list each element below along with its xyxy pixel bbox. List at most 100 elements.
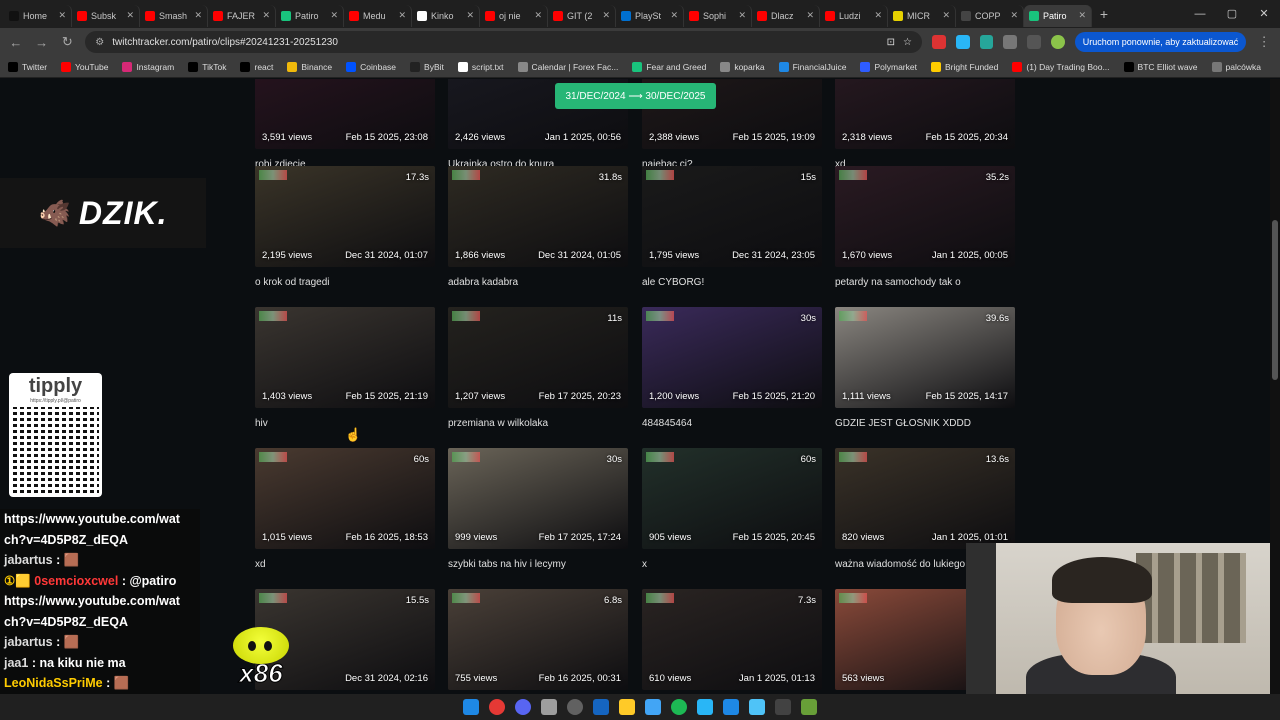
bookmark-item[interactable]: BTC Elliot wave	[1123, 61, 1198, 72]
clip-title[interactable]: GDZIE JEST GŁOŚNIK XDDD	[835, 418, 1015, 432]
close-tab-icon[interactable]: ✕	[602, 10, 610, 21]
browser-tab[interactable]: Sophi ✕	[684, 4, 752, 27]
app-icon[interactable]	[541, 699, 557, 715]
close-window-icon[interactable]: ✕	[1248, 0, 1280, 28]
clip-thumbnail[interactable]: 35.2s 1,670 views Jan 1 2025, 00:05	[835, 166, 1015, 267]
bookmark-item[interactable]: Twitter	[8, 61, 47, 72]
close-tab-icon[interactable]: ✕	[806, 10, 814, 21]
chrome-icon[interactable]	[489, 699, 505, 715]
new-tab-button[interactable]: +	[1092, 6, 1116, 22]
clip-card[interactable]: 31.8s 1,866 views Dec 31 2024, 01:05 adabra…	[448, 166, 628, 291]
clip-thumbnail[interactable]: 11s 1,207 views Feb 17 2025, 20:23	[448, 307, 628, 408]
date-range-badge[interactable]: 31/DEC/2024 ⟶ 30/DEC/2025	[555, 83, 716, 109]
forward-icon[interactable]: →	[34, 35, 50, 50]
reload-icon[interactable]: ↻	[60, 34, 76, 50]
bookmark-item[interactable]: koparka	[720, 61, 765, 72]
bookmark-item[interactable]: Bright Funded	[930, 61, 998, 72]
close-tab-icon[interactable]: ✕	[1010, 10, 1018, 21]
browser-tab[interactable]: COPP ✕	[956, 4, 1024, 27]
close-tab-icon[interactable]: ✕	[738, 10, 746, 21]
clip-card[interactable]: 11s 1,207 views Feb 17 2025, 20:23 przemian…	[448, 307, 628, 432]
back-icon[interactable]: ←	[8, 35, 24, 50]
close-tab-icon[interactable]: ✕	[874, 10, 882, 21]
clip-thumbnail[interactable]: 17.3s 2,195 views Dec 31 2024, 01:07	[255, 166, 435, 267]
restart-update-button[interactable]: Uruchom ponownie, aby zaktualizować	[1074, 32, 1247, 52]
browser-tab[interactable]: Patiro ✕	[1024, 4, 1092, 27]
bookmark-item[interactable]: Instagram	[122, 61, 174, 72]
clip-card[interactable]: 17.3s 2,195 views Dec 31 2024, 01:07 o krok…	[255, 166, 435, 291]
close-tab-icon[interactable]: ✕	[398, 10, 406, 21]
browser-tab[interactable]: Medu ✕	[344, 4, 412, 27]
windows-start-icon[interactable]	[463, 699, 479, 715]
bookmark-item[interactable]: (1) Day Trading Boo...	[1012, 61, 1110, 72]
browser-tab[interactable]: oj nie ✕	[480, 4, 548, 27]
browser-tab[interactable]: Home ✕	[4, 4, 72, 27]
maximize-icon[interactable]: ▢	[1216, 0, 1248, 28]
clip-card[interactable]: 60s 905 views Feb 15 2025, 20:45 x	[642, 448, 822, 573]
file-explorer-icon[interactable]	[619, 699, 635, 715]
steam-icon[interactable]	[593, 699, 609, 715]
app-icon[interactable]	[697, 699, 713, 715]
extensions-puzzle-icon[interactable]	[1003, 35, 1018, 49]
browser-tab[interactable]: Subsk ✕	[72, 4, 140, 27]
app-icon[interactable]	[749, 699, 765, 715]
clip-card[interactable]: 2,318 views Feb 15 2025, 20:34 xd	[835, 79, 1015, 173]
bookmark-item[interactable]: react	[240, 61, 273, 72]
clip-title[interactable]: przemiana w wilkolaka	[448, 418, 628, 432]
browser-tab[interactable]: FAJER ✕	[208, 4, 276, 27]
obs-icon[interactable]	[567, 699, 583, 715]
address-bar[interactable]: ⚙ twitchtracker.com/patiro/clips#2024123…	[85, 31, 923, 53]
minimize-icon[interactable]: —	[1184, 0, 1216, 28]
clip-card[interactable]: 30s 999 views Feb 17 2025, 17:24 szybki tab…	[448, 448, 628, 573]
clip-thumbnail[interactable]: 1,403 views Feb 15 2025, 21:19	[255, 307, 435, 408]
discord-icon[interactable]	[515, 699, 531, 715]
page-scrollbar[interactable]	[1270, 79, 1280, 694]
spotify-icon[interactable]	[671, 699, 687, 715]
clip-title[interactable]: xd	[255, 559, 435, 573]
browser-tab[interactable]: GIT (2 ✕	[548, 4, 616, 27]
bookmark-item[interactable]: YouTube	[61, 61, 108, 72]
clip-title[interactable]: 484845464	[642, 418, 822, 432]
clip-thumbnail[interactable]: 60s 905 views Feb 15 2025, 20:45	[642, 448, 822, 549]
browser-tab[interactable]: PlaySt ✕	[616, 4, 684, 27]
clip-thumbnail[interactable]: 6.8s 755 views Feb 16 2025, 00:31	[448, 589, 628, 690]
bookmark-item[interactable]: Calendar | Forex Fac...	[517, 61, 618, 72]
clip-card[interactable]: 60s 1,015 views Feb 16 2025, 18:53 xd	[255, 448, 435, 573]
close-tab-icon[interactable]: ✕	[1078, 10, 1086, 21]
extension-icon[interactable]	[979, 35, 994, 49]
clip-card[interactable]: 6.8s 755 views Feb 16 2025, 00:31	[448, 589, 628, 694]
clip-title[interactable]: szybki tabs na hiv i lecymy	[448, 559, 628, 573]
clip-card[interactable]: 30s 1,200 views Feb 15 2025, 21:20 48484546…	[642, 307, 822, 432]
clip-thumbnail[interactable]: 30s 999 views Feb 17 2025, 17:24	[448, 448, 628, 549]
notepad-icon[interactable]	[723, 699, 739, 715]
browser-tab[interactable]: Smash ✕	[140, 4, 208, 27]
avatar[interactable]	[1050, 35, 1065, 49]
browser-tab[interactable]: MICR ✕	[888, 4, 956, 27]
bookmark-item[interactable]: palcówka	[1211, 61, 1261, 72]
clip-thumbnail[interactable]: 13.6s 820 views Jan 1 2025, 01:01	[835, 448, 1015, 549]
bookmark-item[interactable]: ByBit	[410, 61, 444, 72]
close-tab-icon[interactable]: ✕	[126, 10, 134, 21]
clip-thumbnail[interactable]: 2,318 views Feb 15 2025, 20:34	[835, 79, 1015, 149]
close-tab-icon[interactable]: ✕	[330, 10, 338, 21]
browser-tab[interactable]: Patiro ✕	[276, 4, 344, 27]
clip-title[interactable]: adabra kadabra	[448, 277, 628, 291]
clip-title[interactable]: x	[642, 559, 822, 573]
clip-thumbnail[interactable]: 3,591 views Feb 15 2025, 23:08	[255, 79, 435, 149]
extension-icon[interactable]	[932, 35, 946, 49]
browser-tab[interactable]: Dlacz ✕	[752, 4, 820, 27]
bookmark-item[interactable]: Fear and Greed	[632, 61, 706, 72]
clip-card[interactable]: 3,591 views Feb 15 2025, 23:08 robi zdjeci…	[255, 79, 435, 173]
close-tab-icon[interactable]: ✕	[58, 10, 66, 21]
bookmark-item[interactable]: Polymarket	[860, 61, 917, 72]
bookmark-item[interactable]: script.txt	[457, 61, 504, 72]
scrollbar-thumb[interactable]	[1272, 220, 1278, 380]
app-icon[interactable]	[645, 699, 661, 715]
app-icon[interactable]	[801, 699, 817, 715]
extension-icon[interactable]	[955, 35, 970, 49]
close-tab-icon[interactable]: ✕	[534, 10, 542, 21]
clip-card[interactable]: 7.3s 610 views Jan 1 2025, 01:13	[642, 589, 822, 694]
close-tab-icon[interactable]: ✕	[466, 10, 474, 21]
bookmark-item[interactable]: Binance	[287, 61, 332, 72]
browser-tab[interactable]: Kinko ✕	[412, 4, 480, 27]
